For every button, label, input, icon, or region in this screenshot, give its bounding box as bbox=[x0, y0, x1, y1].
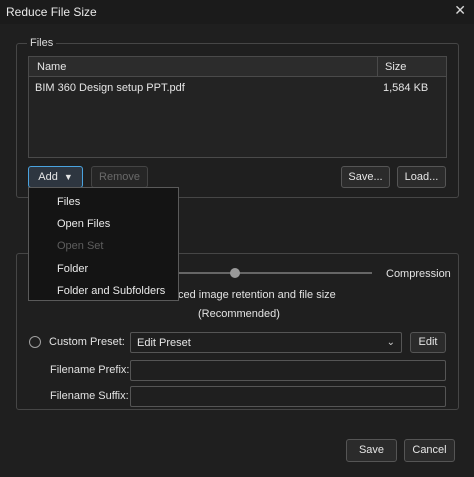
remove-button-label: Remove bbox=[99, 171, 140, 183]
balance-description: ced image retention and file size bbox=[178, 289, 336, 301]
filename-suffix-input[interactable] bbox=[130, 386, 446, 407]
filename-suffix-label: Filename Suffix: bbox=[50, 390, 129, 402]
files-group-label: Files bbox=[27, 37, 57, 49]
load-set-button-label: Load... bbox=[404, 171, 439, 183]
window-title: Reduce File Size bbox=[6, 5, 97, 19]
preset-dropdown[interactable]: Edit Preset ⌄ bbox=[130, 332, 402, 353]
close-icon[interactable]: ✕ bbox=[454, 2, 466, 19]
menu-item-open-files[interactable]: Open Files bbox=[57, 218, 110, 230]
remove-button[interactable]: Remove bbox=[91, 166, 148, 188]
column-header-name[interactable]: Name bbox=[37, 61, 66, 73]
filename-prefix-input[interactable] bbox=[130, 360, 446, 381]
add-button[interactable]: Add ▼ bbox=[28, 166, 83, 188]
file-list-header: Name Size bbox=[29, 57, 446, 77]
compression-label: Compression bbox=[386, 268, 451, 280]
preset-dropdown-value: Edit Preset bbox=[137, 337, 191, 349]
menu-item-open-set: Open Set bbox=[57, 240, 104, 252]
save-set-button[interactable]: Save... bbox=[341, 166, 390, 188]
filename-prefix-label: Filename Prefix: bbox=[50, 364, 130, 376]
compression-slider-track[interactable] bbox=[178, 272, 372, 274]
custom-preset-radio[interactable] bbox=[29, 336, 41, 348]
chevron-down-icon: ▼ bbox=[63, 172, 73, 182]
file-row[interactable]: BIM 360 Design setup PPT.pdf 1,584 KB bbox=[29, 79, 446, 97]
column-header-size[interactable]: Size bbox=[385, 61, 406, 73]
recommended-label: (Recommended) bbox=[198, 308, 280, 320]
edit-preset-button-label: Edit bbox=[418, 336, 438, 348]
menu-item-folder[interactable]: Folder bbox=[57, 263, 88, 275]
menu-item-files[interactable]: Files bbox=[57, 196, 80, 208]
compression-slider-thumb[interactable] bbox=[230, 268, 240, 278]
add-button-label: Add bbox=[38, 171, 58, 183]
load-set-button[interactable]: Load... bbox=[397, 166, 446, 188]
chevron-down-icon: ⌄ bbox=[386, 337, 395, 348]
cancel-button[interactable]: Cancel bbox=[404, 439, 455, 462]
add-menu: Files Open Files Open Set Folder Folder … bbox=[28, 187, 179, 301]
save-button[interactable]: Save bbox=[346, 439, 397, 462]
save-set-button-label: Save... bbox=[348, 171, 383, 183]
save-button-label: Save bbox=[358, 444, 385, 456]
edit-preset-button[interactable]: Edit bbox=[410, 332, 446, 353]
title-bar: Reduce File Size ✕ bbox=[0, 0, 474, 24]
cancel-button-label: Cancel bbox=[412, 444, 447, 456]
file-list[interactable]: Name Size BIM 360 Design setup PPT.pdf 1… bbox=[28, 56, 447, 158]
file-name-cell: BIM 360 Design setup PPT.pdf bbox=[35, 82, 185, 94]
menu-item-folder-and-subfolders[interactable]: Folder and Subfolders bbox=[57, 285, 165, 297]
file-size-cell: 1,584 KB bbox=[383, 82, 429, 94]
custom-preset-label: Custom Preset: bbox=[49, 336, 125, 348]
column-divider[interactable] bbox=[377, 57, 378, 77]
